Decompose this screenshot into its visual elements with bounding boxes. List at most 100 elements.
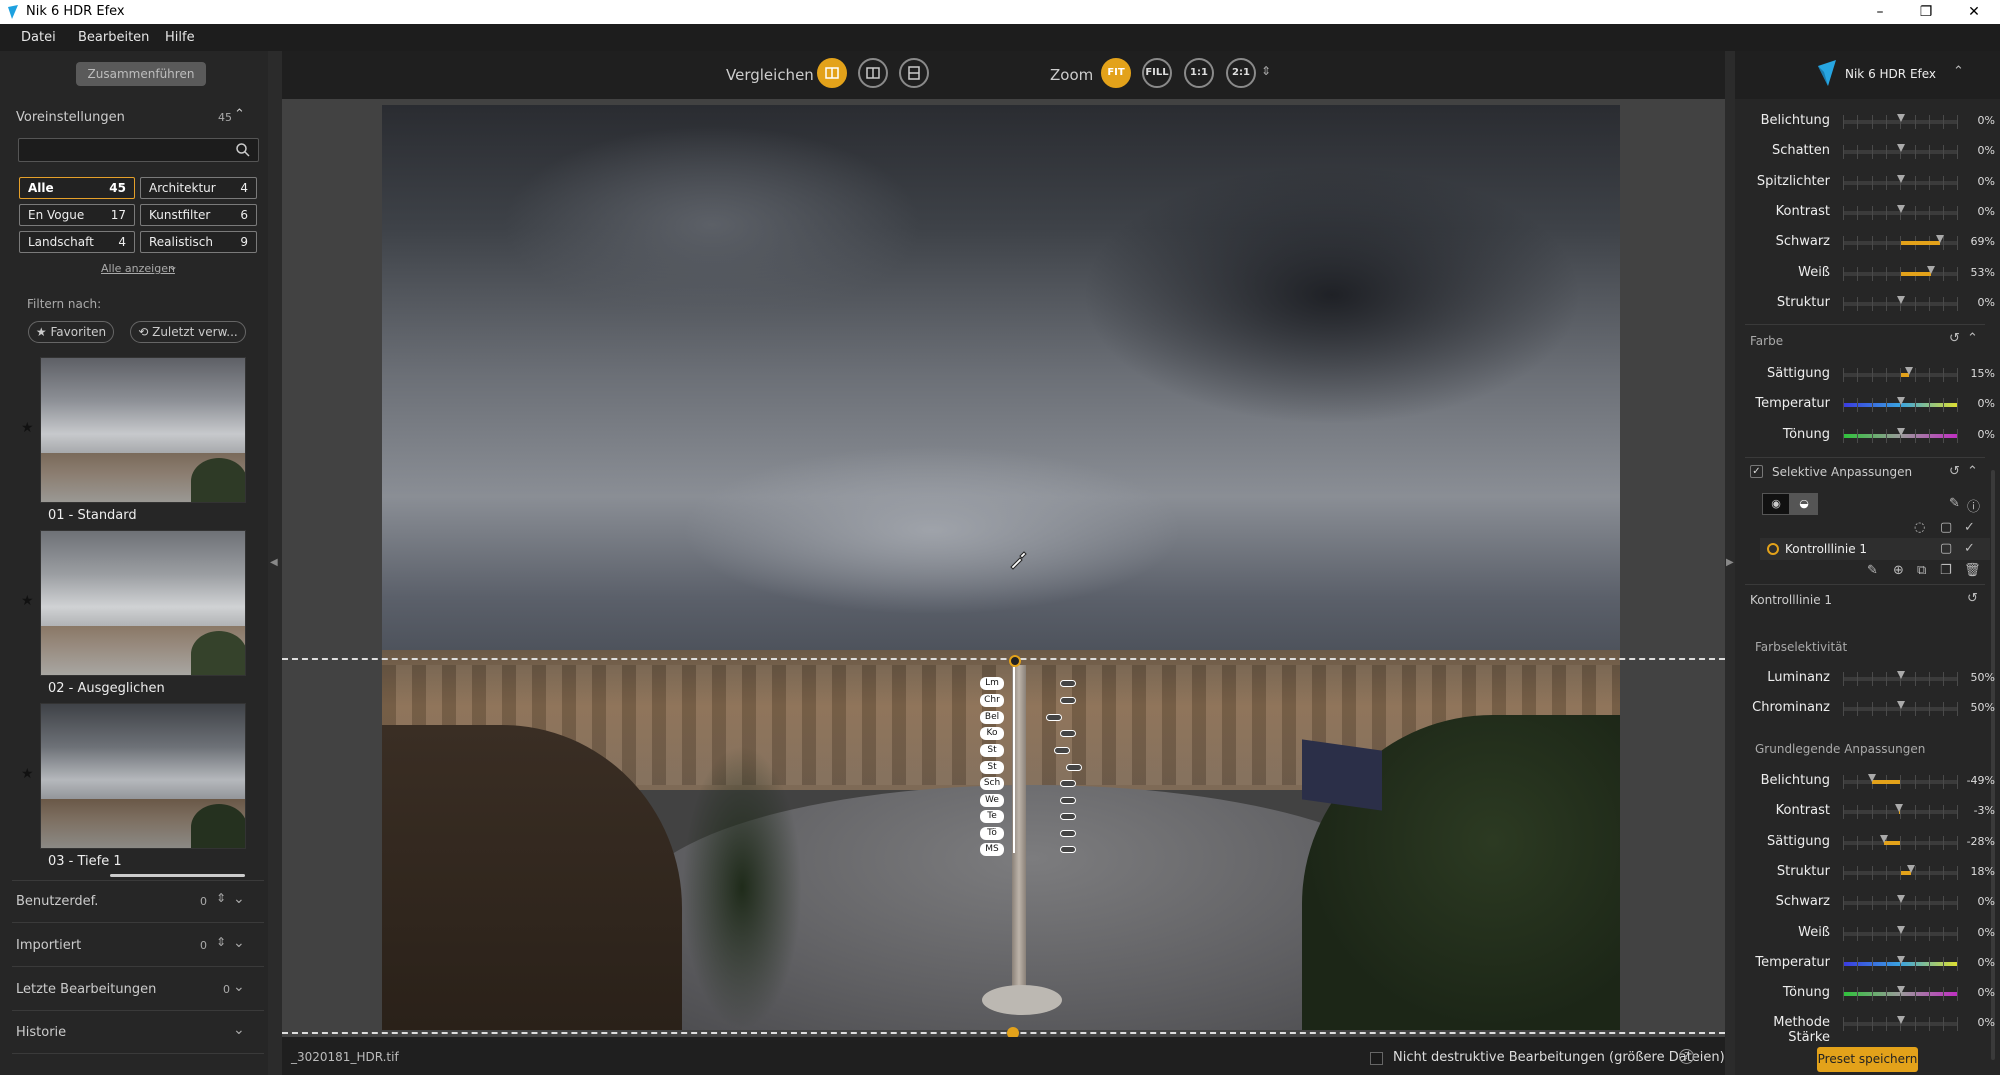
slider-track[interactable] — [1843, 367, 1959, 382]
slider-track[interactable] — [1843, 1016, 1959, 1032]
selective-enable-checkbox[interactable]: ✓ — [1750, 465, 1763, 478]
zoom-stepper-icon[interactable]: ⇕ — [1261, 64, 1271, 78]
stepper-icon[interactable]: ⇕ — [216, 891, 226, 905]
menu-bearbeiten[interactable]: Bearbeiten — [78, 30, 149, 45]
brush-icon[interactable]: ✎ — [1949, 496, 1960, 511]
reset-icon[interactable]: ↺ — [1949, 464, 1960, 479]
chevron-down-icon[interactable]: ⌄ — [168, 259, 178, 273]
section-benutzerdef[interactable]: Benutzerdef. — [16, 894, 98, 909]
maximize-button[interactable]: ❐ — [1904, 1, 1948, 23]
control-slider-handle[interactable] — [1046, 714, 1062, 721]
preview-image[interactable] — [382, 105, 1620, 1030]
slider-track[interactable] — [1843, 774, 1959, 789]
slider-handle[interactable] — [1896, 114, 1905, 122]
minimize-button[interactable]: – — [1858, 1, 1902, 23]
slider-track[interactable] — [1843, 671, 1959, 686]
slider-handle[interactable] — [1896, 397, 1905, 406]
slider-handle[interactable] — [1896, 925, 1905, 934]
merge-button[interactable]: Zusammenführen — [76, 62, 206, 86]
category-en-vogue[interactable]: En Vogue 17 — [19, 204, 135, 226]
chevron-up-icon[interactable]: ⌃ — [1967, 331, 1978, 346]
slider-handle[interactable] — [1896, 295, 1905, 304]
slider-track[interactable] — [1843, 804, 1959, 820]
slider-handle[interactable] — [1894, 804, 1903, 813]
group-icon[interactable]: ⧉ — [1917, 563, 1926, 578]
reset-icon[interactable]: ↺ — [1949, 331, 1960, 346]
mask-toggle-icon[interactable]: ▢ — [1940, 541, 1952, 556]
help-icon[interactable]: ⓘ — [1967, 496, 1980, 515]
slider-track[interactable] — [1843, 204, 1959, 220]
mask-toggle-icon[interactable]: ▢ — [1940, 520, 1952, 535]
compare-toggle-button[interactable] — [817, 58, 847, 88]
control-label-st[interactable]: St — [980, 744, 1004, 757]
save-preset-button[interactable]: Preset speichern — [1817, 1047, 1918, 1072]
control-slider-handle[interactable] — [1060, 780, 1076, 787]
slider-track[interactable] — [1843, 144, 1959, 160]
menu-datei[interactable]: Datei — [21, 30, 56, 45]
control-label-chr[interactable]: Chr — [980, 694, 1004, 707]
stepper-icon[interactable]: ⇕ — [216, 935, 226, 949]
check-icon[interactable]: ✓ — [1964, 541, 1975, 556]
slider-handle[interactable] — [1936, 235, 1945, 244]
split-view-button[interactable] — [858, 58, 888, 88]
slider-handle[interactable] — [1905, 367, 1914, 375]
slider-handle[interactable] — [1880, 834, 1889, 843]
favorite-star-icon[interactable]: ★ — [21, 766, 34, 782]
slider-handle[interactable] — [1896, 174, 1905, 183]
collapse-right-panel-icon[interactable]: ▶ — [1726, 557, 1734, 568]
section-importiert[interactable]: Importiert — [16, 938, 81, 953]
chevron-down-icon[interactable]: ⌄ — [233, 1022, 245, 1038]
slider-handle[interactable] — [1896, 427, 1905, 436]
eyedropper-icon[interactable] — [1008, 548, 1030, 570]
control-label-we[interactable]: We — [980, 794, 1004, 807]
control-slider-handle[interactable] — [1060, 813, 1076, 820]
collapse-panel-icon[interactable]: ⌃ — [1953, 64, 1964, 79]
slider-track[interactable] — [1843, 701, 1959, 717]
slider-handle[interactable] — [1906, 864, 1915, 873]
preset-thumbnail-tiefe[interactable] — [40, 703, 246, 849]
control-label-lm[interactable]: Lm — [980, 677, 1004, 690]
preset-thumbnail-standard[interactable] — [40, 357, 246, 503]
side-by-side-button[interactable] — [899, 58, 929, 88]
menu-hilfe[interactable]: Hilfe — [165, 30, 195, 45]
control-slider-handle[interactable] — [1060, 797, 1076, 804]
slider-track[interactable] — [1843, 397, 1959, 413]
slider-handle[interactable] — [1896, 955, 1905, 964]
slider-track[interactable] — [1843, 864, 1959, 880]
preset-search-input[interactable] — [18, 138, 259, 162]
chevron-down-icon[interactable]: ⌄ — [233, 891, 245, 907]
slider-track[interactable] — [1843, 986, 1959, 1002]
slider-track[interactable] — [1843, 265, 1959, 281]
right-scrollbar[interactable] — [1991, 470, 1995, 1060]
slider-track[interactable] — [1843, 174, 1959, 190]
category-kunstfilter[interactable]: Kunstfilter 6 — [140, 204, 257, 226]
nondestructive-checkbox[interactable] — [1370, 1052, 1383, 1065]
thumbnail-scrollbar[interactable] — [110, 874, 245, 877]
slider-handle[interactable] — [1896, 144, 1905, 153]
duplicate-icon[interactable]: ⊕ — [1893, 563, 1904, 578]
slider-track[interactable] — [1843, 235, 1959, 251]
control-label-bel[interactable]: Bel — [980, 711, 1004, 724]
control-label-sch[interactable]: Sch — [980, 777, 1004, 790]
control-line-top[interactable] — [282, 658, 1725, 660]
slider-handle[interactable] — [1926, 265, 1935, 274]
control-label-te[interactable]: Te — [980, 810, 1004, 823]
slider-handle[interactable] — [1896, 204, 1905, 213]
slider-track[interactable] — [1843, 895, 1959, 911]
control-slider-handle[interactable] — [1054, 747, 1070, 754]
zoom-fit-button[interactable]: FIT — [1101, 58, 1131, 88]
control-line-tool-button[interactable]: ◒ — [1790, 493, 1818, 515]
edit-icon[interactable]: ✎ — [1867, 563, 1878, 578]
slider-track[interactable] — [1843, 295, 1959, 311]
slider-handle[interactable] — [1896, 1016, 1905, 1025]
zoom-1-1-button[interactable]: 1:1 — [1184, 58, 1214, 88]
collapse-left-panel-icon[interactable]: ◀ — [270, 557, 278, 568]
category-landschaft[interactable]: Landschaft 4 — [19, 231, 135, 253]
slider-handle[interactable] — [1896, 701, 1905, 710]
slider-handle[interactable] — [1868, 774, 1877, 782]
control-point-tool-button[interactable]: ◉ — [1762, 493, 1790, 515]
close-button[interactable]: ✕ — [1952, 1, 1996, 23]
control-label-ms[interactable]: MS — [980, 843, 1004, 856]
control-slider-handle[interactable] — [1060, 697, 1076, 704]
collapse-presets-icon[interactable]: ⌃ — [234, 107, 245, 122]
